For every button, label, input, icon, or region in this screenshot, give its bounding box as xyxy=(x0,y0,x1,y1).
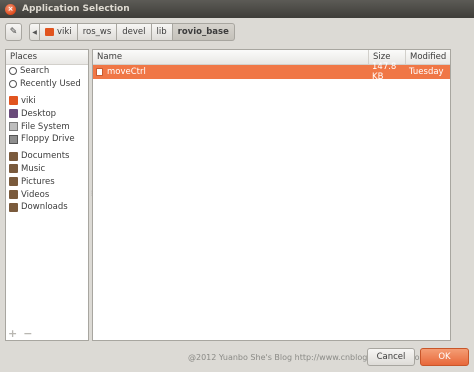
edit-location-button[interactable]: ✎ xyxy=(5,23,22,41)
place-item-videos[interactable]: Videos xyxy=(6,188,88,201)
place-item-recently-used[interactable]: Recently Used xyxy=(6,78,88,91)
path-crumb-viki[interactable]: viki xyxy=(40,23,78,41)
place-item-desktop[interactable]: Desktop xyxy=(6,107,88,120)
file-row[interactable]: moveCtrl 147.8 KB Tuesday xyxy=(93,62,450,82)
home-folder-icon xyxy=(45,28,54,36)
place-item-downloads[interactable]: Downloads xyxy=(6,201,88,214)
remove-bookmark-button[interactable]: − xyxy=(23,328,32,339)
music-folder-icon xyxy=(9,164,18,174)
add-bookmark-button[interactable]: + xyxy=(8,328,17,339)
file-size-cell: 147.8 KB xyxy=(372,62,397,82)
pictures-folder-icon xyxy=(9,177,18,187)
harddisk-icon xyxy=(9,122,18,132)
window-title: Application Selection xyxy=(22,4,130,14)
pencil-icon: ✎ xyxy=(9,27,18,37)
path-bar: ✎ ◀ viki ros_ws devel lib rovio_base xyxy=(5,23,235,41)
executable-file-icon xyxy=(96,68,103,76)
ok-button[interactable]: OK xyxy=(420,348,469,366)
place-item-floppy-drive[interactable]: Floppy Drive xyxy=(6,133,88,146)
place-item-documents[interactable]: Documents xyxy=(6,150,88,163)
path-crumb-ros-ws[interactable]: ros_ws xyxy=(77,23,118,41)
window-right-gutter xyxy=(451,49,469,341)
close-icon[interactable]: × xyxy=(5,3,16,15)
cancel-button[interactable]: Cancel xyxy=(367,348,415,366)
place-item-home[interactable]: viki xyxy=(6,95,88,108)
arrow-left-icon: ◀ xyxy=(32,28,37,36)
clock-icon xyxy=(9,80,17,89)
places-header[interactable]: Places xyxy=(6,50,88,65)
search-icon xyxy=(9,67,17,76)
place-item-file-system[interactable]: File System xyxy=(6,120,88,133)
path-crumb-devel[interactable]: devel xyxy=(117,23,152,41)
file-modified-cell: Tuesday xyxy=(409,67,444,77)
path-scroll-left-button[interactable]: ◀ xyxy=(29,23,40,41)
place-item-pictures[interactable]: Pictures xyxy=(6,175,88,188)
file-name-cell: moveCtrl xyxy=(93,65,369,79)
videos-folder-icon xyxy=(9,190,18,200)
place-item-search[interactable]: Search xyxy=(6,65,88,78)
places-toolbar: + − xyxy=(8,328,32,339)
downloads-folder-icon xyxy=(9,202,18,212)
path-crumb-lib[interactable]: lib xyxy=(151,23,173,41)
column-header-modified[interactable]: Modified xyxy=(406,50,450,64)
path-crumb-rovio-base[interactable]: rovio_base xyxy=(172,23,235,41)
floppy-icon xyxy=(9,134,18,144)
column-header-name[interactable]: Name xyxy=(93,50,369,64)
places-sidebar: Places Search Recently Used viki Desktop… xyxy=(5,49,89,341)
file-list: Name Size Modified moveCtrl 147.8 KB Tue… xyxy=(92,49,451,341)
home-folder-icon xyxy=(9,96,18,106)
window-titlebar: × Application Selection xyxy=(0,0,474,18)
folder-icon xyxy=(9,151,18,161)
place-item-music[interactable]: Music xyxy=(6,163,88,176)
desktop-icon xyxy=(9,109,18,119)
